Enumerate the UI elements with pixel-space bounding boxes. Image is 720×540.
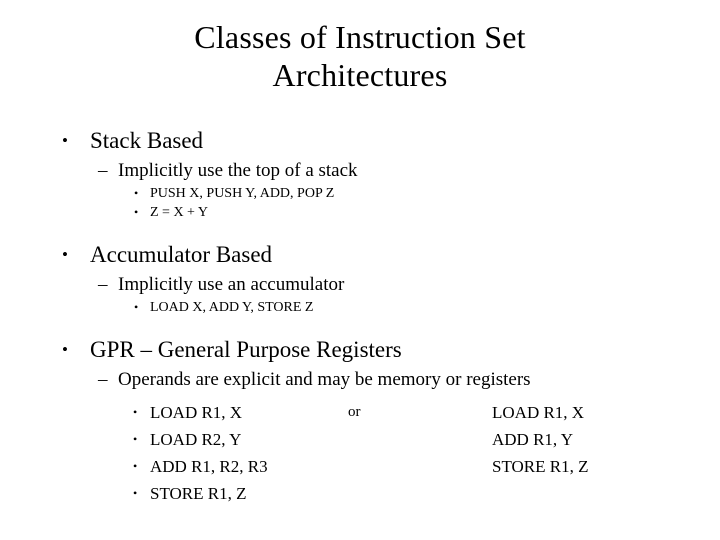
section-heading-gpr: • GPR – General Purpose Registers: [0, 335, 720, 365]
list-item: • LOAD R2, Y: [133, 426, 268, 453]
section-subpoint-accumulator-based: – Implicitly use an accumulator: [0, 272, 720, 298]
section-heading-text: Accumulator Based: [90, 242, 273, 267]
section-heading-stack-based: • Stack Based: [0, 126, 720, 156]
bullet-level1-icon: •: [62, 131, 68, 150]
gpr-code-column-right: LOAD R1, X ADD R1, Y STORE R1, Z: [492, 399, 589, 480]
code-line-text: LOAD R1, X: [150, 403, 243, 422]
gpr-code-comparison: • LOAD R1, X • LOAD R2, Y • ADD R1, R2, …: [0, 399, 720, 507]
bullet-level3-icon: •: [133, 405, 138, 419]
slide: Classes of Instruction Set Architectures…: [0, 0, 720, 540]
list-item: STORE R1, Z: [492, 453, 589, 480]
section-subpoint-text: Implicitly use the top of a stack: [118, 160, 358, 181]
gpr-code-column-left: • LOAD R1, X • LOAD R2, Y • ADD R1, R2, …: [133, 399, 268, 507]
list-item: • ADD R1, R2, R3: [133, 453, 268, 480]
slide-title: Classes of Instruction Set Architectures: [36, 18, 684, 94]
list-item: • Z = X + Y: [0, 203, 720, 222]
code-line-text: ADD R1, Y: [492, 430, 574, 449]
section-stack-based: • Stack Based – Implicitly use the top o…: [0, 126, 720, 222]
bullet-level3-icon: •: [134, 186, 139, 200]
bullet-level2-icon: –: [98, 369, 108, 390]
list-item-text: Z = X + Y: [150, 205, 209, 220]
code-line-text: LOAD R1, X: [492, 403, 585, 422]
section-subpoint-text: Operands are explicit and may be memory …: [118, 369, 531, 390]
bullet-level1-icon: •: [62, 340, 68, 359]
bullet-level3-icon: •: [133, 459, 138, 473]
slide-title-line-1: Classes of Instruction Set: [194, 19, 526, 55]
code-alternative-separator: or: [348, 404, 361, 420]
section-gpr: • GPR – General Purpose Registers – Oper…: [0, 335, 720, 507]
section-heading-text: GPR – General Purpose Registers: [90, 337, 402, 362]
list-item: LOAD R1, X: [492, 399, 589, 426]
bullet-level3-icon: •: [133, 486, 138, 500]
list-item: • STORE R1, Z: [133, 480, 268, 507]
section-subpoint-gpr: – Operands are explicit and may be memor…: [0, 367, 720, 393]
list-item-text: PUSH X, PUSH Y, ADD, POP Z: [150, 186, 335, 201]
list-item: ADD R1, Y: [492, 426, 589, 453]
section-accumulator-based: • Accumulator Based – Implicitly use an …: [0, 240, 720, 317]
slide-body: • Stack Based – Implicitly use the top o…: [0, 126, 720, 507]
list-item: • LOAD R1, X: [133, 399, 268, 426]
section-heading-text: Stack Based: [90, 128, 204, 153]
code-line-text: STORE R1, Z: [492, 457, 589, 476]
bullet-level2-icon: –: [98, 160, 108, 181]
list-item: • LOAD X, ADD Y, STORE Z: [0, 298, 720, 317]
code-line-text: STORE R1, Z: [150, 484, 247, 503]
bullet-level3-icon: •: [133, 432, 138, 446]
bullet-level1-icon: •: [62, 245, 68, 264]
slide-title-line-2: Architectures: [272, 57, 448, 93]
section-subpoint-stack-based: – Implicitly use the top of a stack: [0, 158, 720, 184]
list-item-text: LOAD X, ADD Y, STORE Z: [150, 300, 314, 315]
bullet-level2-icon: –: [98, 274, 108, 295]
code-line-text: ADD R1, R2, R3: [150, 457, 268, 476]
section-heading-accumulator-based: • Accumulator Based: [0, 240, 720, 270]
bullet-level3-icon: •: [134, 300, 139, 314]
bullet-level3-icon: •: [134, 205, 139, 219]
section-subpoint-text: Implicitly use an accumulator: [118, 274, 345, 295]
list-item: • PUSH X, PUSH Y, ADD, POP Z: [0, 184, 720, 203]
code-line-text: LOAD R2, Y: [150, 430, 242, 449]
